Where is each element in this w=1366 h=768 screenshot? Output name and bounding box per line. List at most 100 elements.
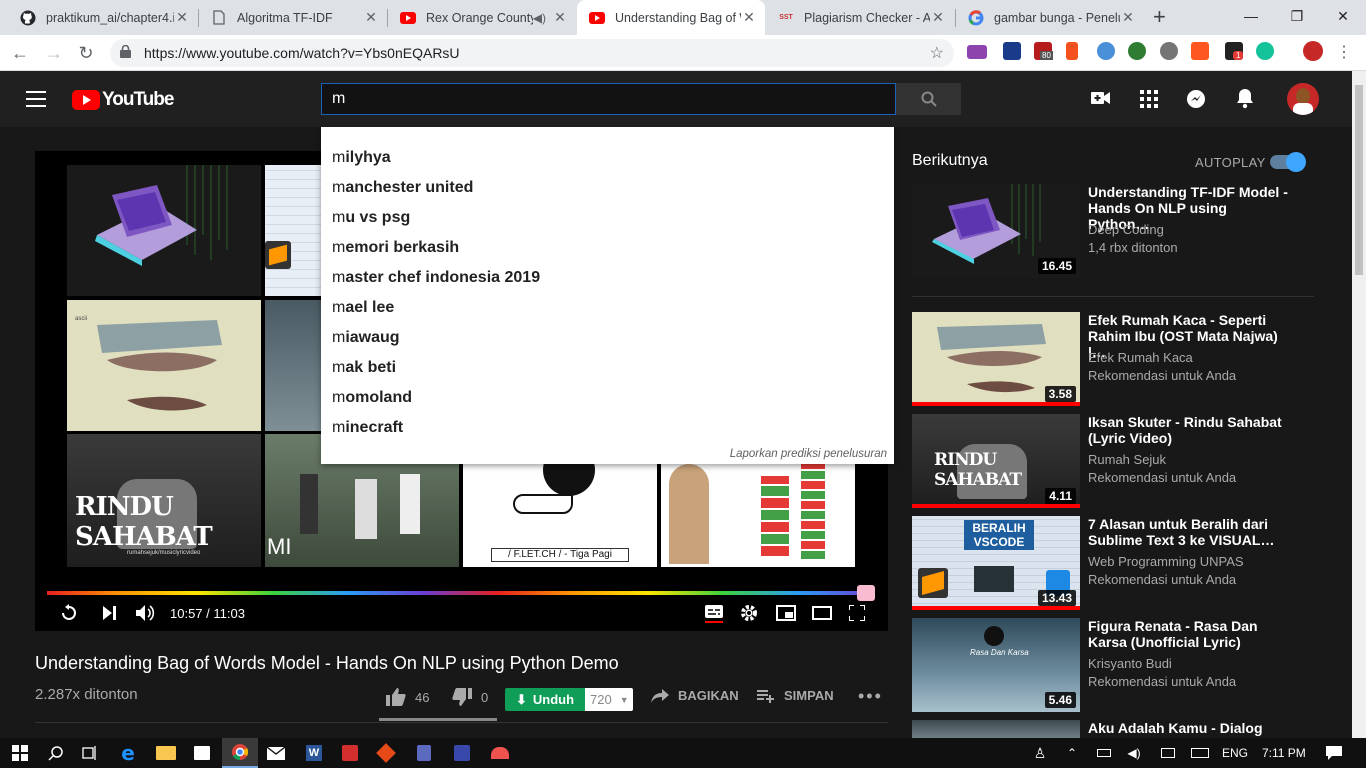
video-thumbnail[interactable]: BERALIH VSCODE 13.43 bbox=[912, 516, 1080, 610]
extension-icon[interactable] bbox=[1160, 42, 1178, 60]
endscreen-thumbnail[interactable] bbox=[67, 165, 261, 296]
bookmark-star-icon[interactable]: ☆ bbox=[930, 43, 944, 63]
captions-icon[interactable] bbox=[705, 603, 723, 623]
people-icon[interactable]: ♙ bbox=[1022, 738, 1058, 768]
apps-grid-icon[interactable] bbox=[1140, 90, 1158, 113]
clock[interactable]: 7:11 PM bbox=[1262, 746, 1306, 760]
language-indicator[interactable]: ENG bbox=[1222, 746, 1248, 760]
extension-icon[interactable] bbox=[1128, 42, 1146, 60]
close-tab-icon[interactable]: ✕ bbox=[1120, 9, 1136, 26]
browser-tab[interactable]: SST Plagiarism Checker - A ✕ bbox=[766, 0, 954, 35]
audio-playing-icon[interactable]: ◀) bbox=[533, 11, 546, 25]
browser-menu-icon[interactable]: ⋮ bbox=[1336, 42, 1352, 62]
extension-icon[interactable] bbox=[1003, 42, 1021, 60]
browser-tab[interactable]: gambar bunga - Penelu ✕ bbox=[956, 0, 1144, 35]
channel-name[interactable]: Deep Coding bbox=[1088, 222, 1164, 237]
recommended-video[interactable]: RINDU SAHABAT 4.11 Iksan Skuter - Rindu … bbox=[912, 414, 1312, 509]
like-button[interactable]: 46 bbox=[386, 688, 429, 706]
miniplayer-icon[interactable] bbox=[776, 603, 796, 623]
volume-icon[interactable] bbox=[136, 603, 156, 623]
theater-mode-icon[interactable] bbox=[812, 603, 832, 623]
fullscreen-icon[interactable] bbox=[849, 603, 865, 623]
search-input[interactable]: m bbox=[321, 83, 896, 115]
extension-icon[interactable] bbox=[1066, 42, 1078, 60]
grammarly-icon[interactable] bbox=[1256, 42, 1274, 60]
create-video-icon[interactable] bbox=[1091, 90, 1111, 111]
recommended-video[interactable]: BERALIH VSCODE 13.43 7 Alasan untuk Beral… bbox=[912, 516, 1312, 611]
recommended-title[interactable]: Aku Adalah Kamu - Dialog Dini bbox=[1088, 720, 1288, 738]
browser-tab-active[interactable]: Understanding Bag of W ✕ bbox=[577, 0, 765, 35]
video-thumbnail[interactable]: 3.58 bbox=[912, 312, 1080, 406]
search-icon[interactable] bbox=[38, 738, 74, 768]
chrome-taskbar-icon[interactable] bbox=[222, 738, 258, 768]
dislike-button[interactable]: 0 bbox=[452, 688, 488, 706]
video-progress-bar[interactable] bbox=[47, 591, 873, 595]
channel-name[interactable]: Efek Rumah Kaca bbox=[1088, 350, 1193, 365]
edge-browser-icon[interactable]: e bbox=[110, 738, 146, 768]
extension-icon[interactable]: 80 bbox=[1034, 42, 1053, 60]
video-thumbnail[interactable]: Rasa Dan Karsa 5.46 bbox=[912, 618, 1080, 712]
suggestion-item[interactable]: minecraft bbox=[332, 419, 403, 437]
browser-tab[interactable]: praktikum_ai/chapter4.i ✕ bbox=[8, 0, 198, 35]
page-scrollbar[interactable] bbox=[1352, 71, 1366, 738]
file-explorer-icon[interactable] bbox=[148, 738, 184, 768]
profile-avatar[interactable] bbox=[1303, 41, 1323, 61]
channel-name[interactable]: Rumah Sejuk bbox=[1088, 452, 1166, 467]
more-actions-icon[interactable]: ••• bbox=[858, 686, 883, 707]
extension-icon[interactable]: 1 bbox=[1225, 42, 1244, 60]
endscreen-thumbnail[interactable] bbox=[265, 300, 325, 431]
app-icon[interactable] bbox=[482, 738, 518, 768]
browser-tab[interactable]: Rex Orange County ◀) ✕ bbox=[388, 0, 576, 35]
channel-name[interactable]: Krisyanto Budi bbox=[1088, 656, 1172, 671]
suggestion-item[interactable]: momoland bbox=[332, 389, 412, 407]
suggestion-item[interactable]: mael lee bbox=[332, 299, 394, 317]
show-hidden-icons-chevron-icon[interactable]: ⌃ bbox=[1054, 738, 1090, 768]
share-button[interactable]: BAGIKAN bbox=[651, 688, 739, 703]
messages-icon[interactable] bbox=[1186, 89, 1206, 114]
keyboard-icon[interactable] bbox=[1182, 738, 1218, 768]
replay-icon[interactable] bbox=[60, 603, 78, 623]
extension-icon[interactable] bbox=[1191, 42, 1209, 60]
restore-icon[interactable]: ❐ bbox=[1274, 0, 1320, 32]
new-tab-icon[interactable]: + bbox=[1153, 4, 1166, 30]
search-button[interactable] bbox=[896, 83, 961, 115]
word-icon[interactable]: W bbox=[296, 738, 332, 768]
hamburger-menu-icon[interactable] bbox=[26, 91, 46, 107]
close-tab-icon[interactable]: ✕ bbox=[174, 9, 190, 26]
extension-icon[interactable] bbox=[967, 45, 987, 59]
settings-gear-icon[interactable] bbox=[740, 603, 758, 623]
reload-icon[interactable]: ↻ bbox=[72, 39, 100, 67]
quality-select[interactable]: 720 ▼ bbox=[585, 688, 633, 711]
windows-start-icon[interactable] bbox=[2, 738, 38, 768]
acrobat-icon[interactable] bbox=[332, 738, 368, 768]
address-bar[interactable]: https://www.youtube.com/watch?v=Ybs0nEQA… bbox=[110, 39, 954, 67]
notifications-bell-icon[interactable] bbox=[1236, 88, 1254, 114]
youtube-logo[interactable]: YouTube bbox=[72, 89, 174, 111]
task-view-icon[interactable] bbox=[72, 738, 108, 768]
action-center-icon[interactable] bbox=[1316, 738, 1352, 768]
recommended-title[interactable]: Iksan Skuter - Rindu Sahabat (Lyric Vide… bbox=[1088, 414, 1288, 446]
nyan-cat-scrubber-icon[interactable] bbox=[856, 585, 875, 601]
store-icon[interactable] bbox=[184, 738, 220, 768]
account-avatar[interactable] bbox=[1287, 83, 1319, 115]
minimize-icon[interactable]: — bbox=[1228, 0, 1274, 32]
channel-name[interactable]: Web Programming UNPAS bbox=[1088, 554, 1244, 569]
next-video-icon[interactable] bbox=[103, 603, 117, 623]
autoplay-toggle[interactable] bbox=[1270, 152, 1306, 172]
close-tab-icon[interactable]: ✕ bbox=[741, 9, 757, 26]
report-predictions-link[interactable]: Laporkan prediksi penelusuran bbox=[730, 448, 887, 460]
suggestion-item[interactable]: mak beti bbox=[332, 359, 396, 377]
suggestion-item[interactable]: manchester united bbox=[332, 179, 473, 197]
recommended-title[interactable]: Figura Renata - Rasa Dan Karsa (Unoffici… bbox=[1088, 618, 1288, 650]
download-button[interactable]: ⬇ Unduh bbox=[505, 688, 585, 711]
endscreen-thumbnail[interactable]: ascii bbox=[67, 300, 261, 431]
recommended-video[interactable]: Rasa Dan Karsa 5.46 Figura Renata - Rasa… bbox=[912, 618, 1312, 713]
video-thumbnail[interactable] bbox=[912, 720, 1080, 738]
close-tab-icon[interactable]: ✕ bbox=[363, 9, 379, 26]
recommended-title[interactable]: 7 Alasan untuk Beralih dari Sublime Text… bbox=[1088, 516, 1288, 548]
extension-icon[interactable] bbox=[1097, 42, 1115, 60]
speaker-icon[interactable]: ◀) bbox=[1116, 738, 1152, 768]
mail-icon[interactable] bbox=[258, 738, 294, 768]
suggestion-item[interactable]: mu vs psg bbox=[332, 209, 410, 227]
video-thumbnail[interactable]: 16.45 bbox=[912, 184, 1080, 278]
